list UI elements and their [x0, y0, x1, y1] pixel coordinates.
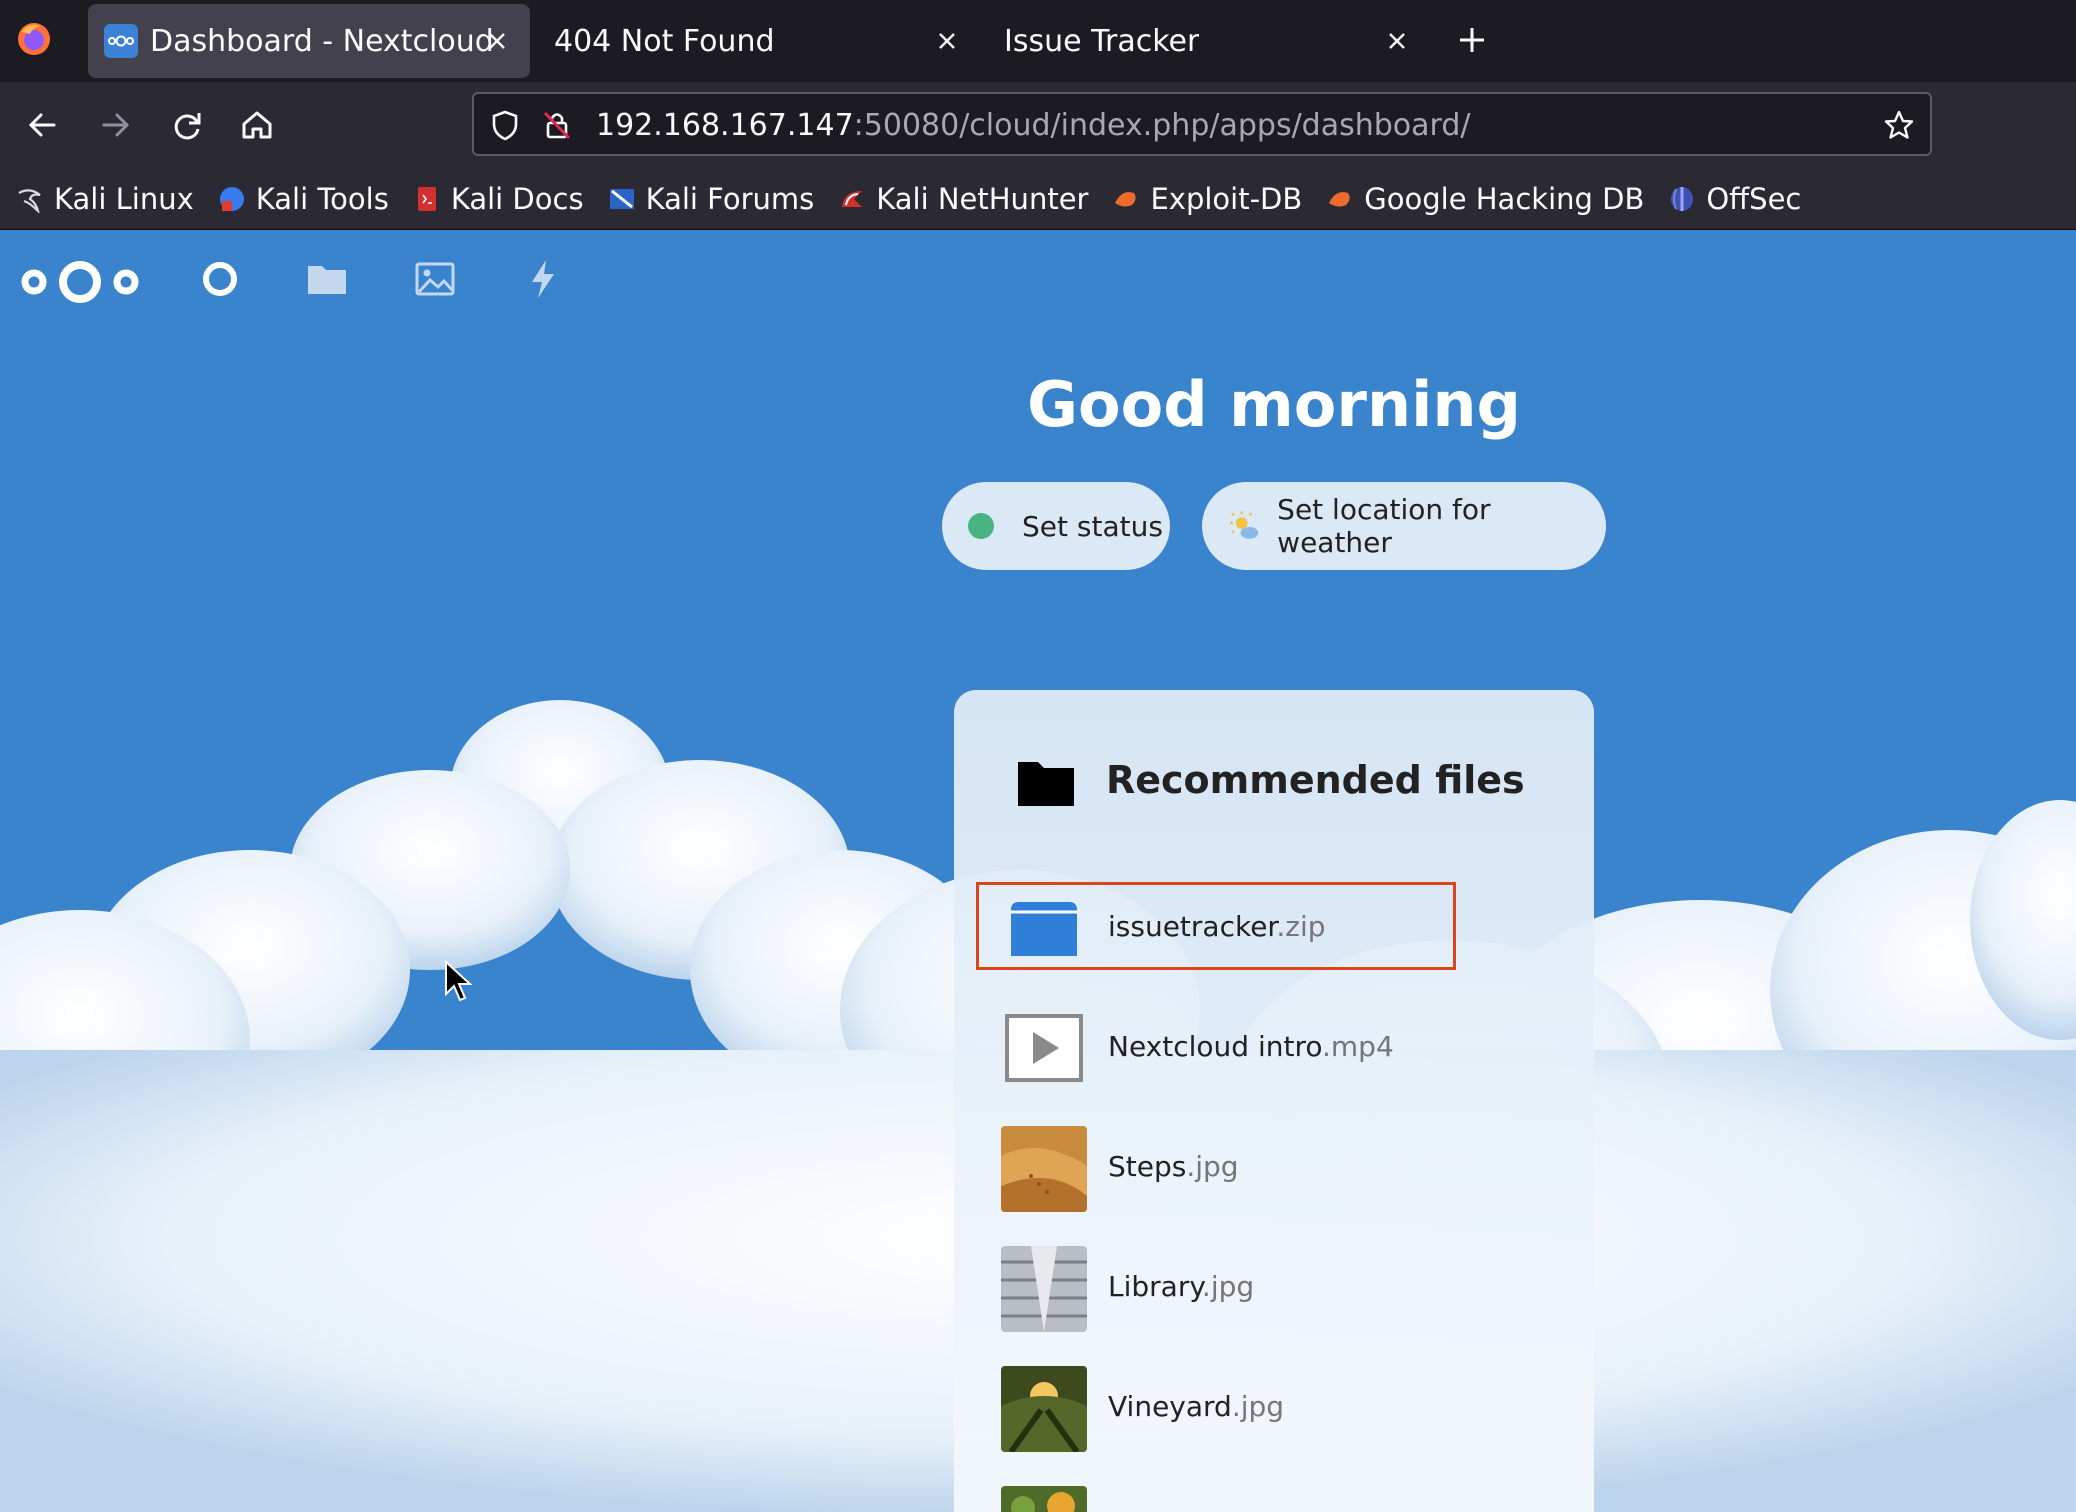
mouse-cursor-icon — [445, 960, 472, 1002]
image-thumbnail — [1001, 1486, 1087, 1512]
tab-title: Dashboard - Nextcloud — [150, 23, 494, 59]
online-status-icon — [968, 513, 994, 539]
bookmark-google-hacking-db[interactable]: Google Hacking DB — [1326, 182, 1644, 216]
tab-title: 404 Not Found — [554, 23, 775, 59]
kali-tools-icon — [219, 186, 244, 211]
file-name: Library.jpg — [1108, 1270, 1254, 1303]
close-tab-icon[interactable] — [1382, 26, 1412, 56]
folder-icon — [1018, 762, 1074, 806]
recommended-file-vineyard[interactable]: Vineyard.jpg — [1001, 1366, 1481, 1452]
kali-docs-icon — [417, 186, 436, 211]
exploit-db-icon — [1115, 191, 1137, 207]
file-extension: .jpg — [1201, 1270, 1255, 1303]
insecure-lock-icon[interactable] — [540, 108, 574, 142]
bookmark-label: Kali Docs — [450, 181, 584, 216]
library-thumbnail — [1001, 1246, 1087, 1332]
bookmark-kali-tools[interactable]: Kali Tools — [218, 182, 389, 216]
file-extension: .jpg — [1186, 1150, 1239, 1183]
bookmark-kali-nethunter[interactable]: Kali NetHunter — [838, 182, 1088, 216]
recommended-file-steps[interactable]: Steps.jpg — [1001, 1126, 1481, 1212]
highlight-annotation — [976, 882, 1456, 970]
bookmark-offsec[interactable]: OffSec — [1668, 182, 1801, 216]
file-name: Steps.jpg — [1108, 1150, 1239, 1183]
bookmark-label: Exploit-DB — [1150, 181, 1303, 216]
reload-icon[interactable] — [164, 102, 210, 148]
home-icon[interactable] — [234, 102, 280, 148]
nextcloud-dashboard: Good morning Set status Set location for… — [0, 230, 2076, 1512]
navigation-bar: 192.168.167.147:50080/cloud/index.php/ap… — [0, 82, 2076, 168]
photos-app-icon[interactable] — [410, 254, 460, 304]
bookmark-label: OffSec — [1706, 181, 1802, 216]
offsec-icon — [1671, 186, 1694, 211]
dashboard-app-icon[interactable] — [195, 254, 245, 304]
tab-404-not-found[interactable]: 404 Not Found — [530, 4, 980, 78]
new-tab-plus-icon[interactable] — [1454, 22, 1490, 58]
tab-dashboard-nextcloud[interactable]: Dashboard - Nextcloud — [88, 4, 530, 78]
tab-title: Issue Tracker — [1004, 23, 1200, 59]
weather-sun-cloud-icon — [1229, 511, 1259, 539]
recommended-file-partial[interactable] — [1001, 1486, 1481, 1512]
set-status-label: Set status — [1022, 509, 1163, 543]
file-name: Vineyard.jpg — [1108, 1390, 1284, 1423]
file-basename: Steps — [1108, 1150, 1187, 1183]
recommended-file-nextcloud-intro[interactable]: Nextcloud intro.mp4 — [1001, 1006, 1481, 1092]
firefox-icon[interactable] — [14, 18, 54, 58]
tab-strip: Dashboard - Nextcloud 404 Not Found Issu… — [0, 0, 2076, 82]
tab-issue-tracker[interactable]: Issue Tracker — [980, 4, 1430, 78]
bookmark-label: Kali Linux — [54, 181, 194, 216]
close-tab-icon[interactable] — [482, 26, 512, 56]
bookmark-star-icon[interactable] — [1882, 108, 1916, 142]
bookmark-kali-linux[interactable]: Kali Linux — [16, 182, 194, 216]
bookmark-kali-docs[interactable]: Kali Docs — [413, 182, 584, 216]
kali-dragon-icon — [18, 188, 41, 213]
file-basename: Nextcloud intro — [1108, 1030, 1322, 1063]
bookmark-label: Kali NetHunter — [876, 181, 1089, 216]
ghdb-icon — [1329, 191, 1350, 207]
file-basename: Library — [1108, 1270, 1202, 1303]
kali-nethunter-icon — [842, 190, 863, 207]
set-weather-location-button[interactable]: Set location for weather — [1202, 482, 1606, 570]
file-name: Nextcloud intro.mp4 — [1108, 1030, 1394, 1063]
files-app-icon[interactable] — [302, 254, 352, 304]
set-weather-label: Set location for weather — [1277, 493, 1491, 559]
bookmark-label: Kali Forums — [645, 181, 815, 216]
set-status-button[interactable]: Set status — [942, 482, 1170, 570]
video-play-icon — [1001, 1006, 1087, 1092]
shield-icon[interactable] — [488, 108, 522, 142]
bookmark-kali-forums[interactable]: Kali Forums — [608, 181, 815, 216]
activity-app-icon[interactable] — [518, 254, 568, 304]
url-path: :50080/cloud/index.php/apps/dashboard/ — [853, 108, 1471, 143]
bookmark-label: Google Hacking DB — [1364, 181, 1645, 216]
address-bar[interactable]: 192.168.167.147:50080/cloud/index.php/ap… — [472, 92, 1932, 156]
bookmark-label: Kali Tools — [255, 181, 389, 216]
recommended-file-library[interactable]: Library.jpg — [1001, 1246, 1481, 1332]
desert-thumbnail — [1001, 1126, 1087, 1212]
nextcloud-favicon-icon — [104, 24, 138, 58]
nextcloud-logo-icon[interactable] — [18, 252, 142, 312]
forward-arrow-icon[interactable] — [92, 102, 138, 148]
recommended-files-widget: Recommended files issuetracker.zip Nextc… — [954, 690, 1594, 1512]
bookmark-exploit-db[interactable]: Exploit-DB — [1112, 182, 1302, 216]
greeting-heading: Good morning — [1027, 368, 1521, 441]
file-basename: Vineyard — [1108, 1390, 1232, 1423]
kali-forums-icon — [609, 188, 634, 209]
file-extension: .jpg — [1231, 1390, 1285, 1423]
nextcloud-header — [0, 230, 2076, 326]
file-extension: .mp4 — [1322, 1030, 1394, 1063]
close-tab-icon[interactable] — [932, 26, 962, 56]
bookmarks-toolbar: Kali Linux Kali Tools Kali Docs Kali For… — [0, 168, 2076, 230]
vineyard-thumbnail — [1001, 1366, 1087, 1452]
widget-title: Recommended files — [1106, 758, 1525, 802]
back-arrow-icon[interactable] — [20, 102, 66, 148]
url-host: 192.168.167.147 — [596, 108, 854, 143]
url-text[interactable]: 192.168.167.147:50080/cloud/index.php/ap… — [596, 108, 1471, 143]
